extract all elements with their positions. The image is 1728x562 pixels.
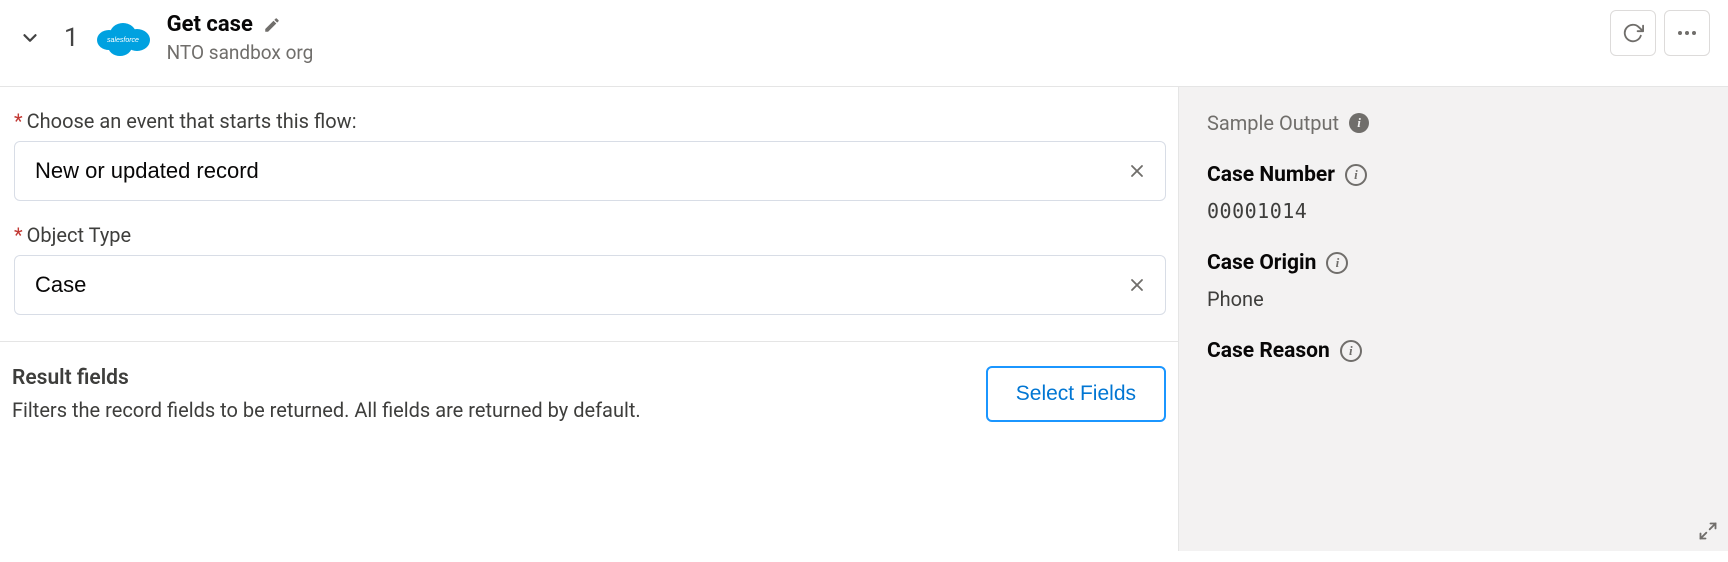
result-text-block: Result fields Filters the record fields … [12, 366, 986, 422]
output-label-line: Case Origin i [1207, 251, 1700, 275]
output-label-line: Case Number i [1207, 163, 1700, 187]
select-fields-button[interactable]: Select Fields [986, 366, 1166, 422]
sample-output-header: Sample Output i [1207, 111, 1700, 135]
output-field-case-reason: Case Reason i [1207, 339, 1700, 363]
event-combo [14, 141, 1166, 201]
required-asterisk: * [14, 109, 23, 133]
event-label: *Choose an event that starts this flow: [14, 109, 1166, 133]
step-subtitle: NTO sandbox org [167, 41, 314, 64]
output-value: 00001014 [1207, 199, 1700, 223]
form-section: *Choose an event that starts this flow: … [0, 87, 1178, 342]
result-fields-title: Result fields [12, 366, 986, 390]
result-fields-description: Filters the record fields to be returned… [12, 398, 986, 422]
object-type-label: *Object Type [14, 223, 1166, 247]
step-header: 1 salesforce Get case NTO sandbox org [0, 0, 1728, 87]
chevron-down-icon[interactable] [18, 26, 42, 50]
svg-text:salesforce: salesforce [107, 37, 139, 44]
object-type-input[interactable] [14, 255, 1166, 315]
sample-output-title: Sample Output [1207, 111, 1339, 135]
info-icon[interactable]: i [1340, 340, 1362, 362]
output-label: Case Number [1207, 163, 1335, 187]
info-icon[interactable]: i [1345, 164, 1367, 186]
required-asterisk: * [14, 223, 23, 247]
title-line: Get case [167, 12, 314, 37]
output-label: Case Origin [1207, 251, 1316, 275]
info-icon[interactable]: i [1326, 252, 1348, 274]
expand-icon[interactable] [1698, 521, 1720, 543]
close-icon[interactable] [1126, 160, 1148, 182]
header-left: 1 salesforce Get case NTO sandbox org [18, 12, 313, 64]
event-label-text: Choose an event that starts this flow: [27, 109, 357, 133]
header-right [1610, 10, 1710, 56]
object-type-combo [14, 255, 1166, 315]
sample-output-panel: Sample Output i Case Number i 00001014 C… [1178, 87, 1728, 551]
close-icon[interactable] [1126, 274, 1148, 296]
body: *Choose an event that starts this flow: … [0, 87, 1728, 551]
step-number: 1 [64, 23, 79, 53]
output-field-case-number: Case Number i 00001014 [1207, 163, 1700, 223]
object-type-label-text: Object Type [27, 223, 132, 247]
step-title: Get case [167, 12, 253, 37]
info-icon[interactable]: i [1349, 113, 1369, 133]
output-field-case-origin: Case Origin i Phone [1207, 251, 1700, 311]
salesforce-icon: salesforce [95, 18, 151, 58]
event-input[interactable] [14, 141, 1166, 201]
result-section: Result fields Filters the record fields … [0, 342, 1178, 422]
event-row: *Choose an event that starts this flow: [14, 109, 1166, 201]
refresh-button[interactable] [1610, 10, 1656, 56]
output-value: Phone [1207, 287, 1700, 311]
main-panel: *Choose an event that starts this flow: … [0, 87, 1178, 551]
more-button[interactable] [1664, 10, 1710, 56]
object-type-row: *Object Type [14, 223, 1166, 315]
output-label-line: Case Reason i [1207, 339, 1700, 363]
output-label: Case Reason [1207, 339, 1330, 363]
title-block: Get case NTO sandbox org [167, 12, 314, 64]
edit-icon[interactable] [263, 15, 283, 35]
